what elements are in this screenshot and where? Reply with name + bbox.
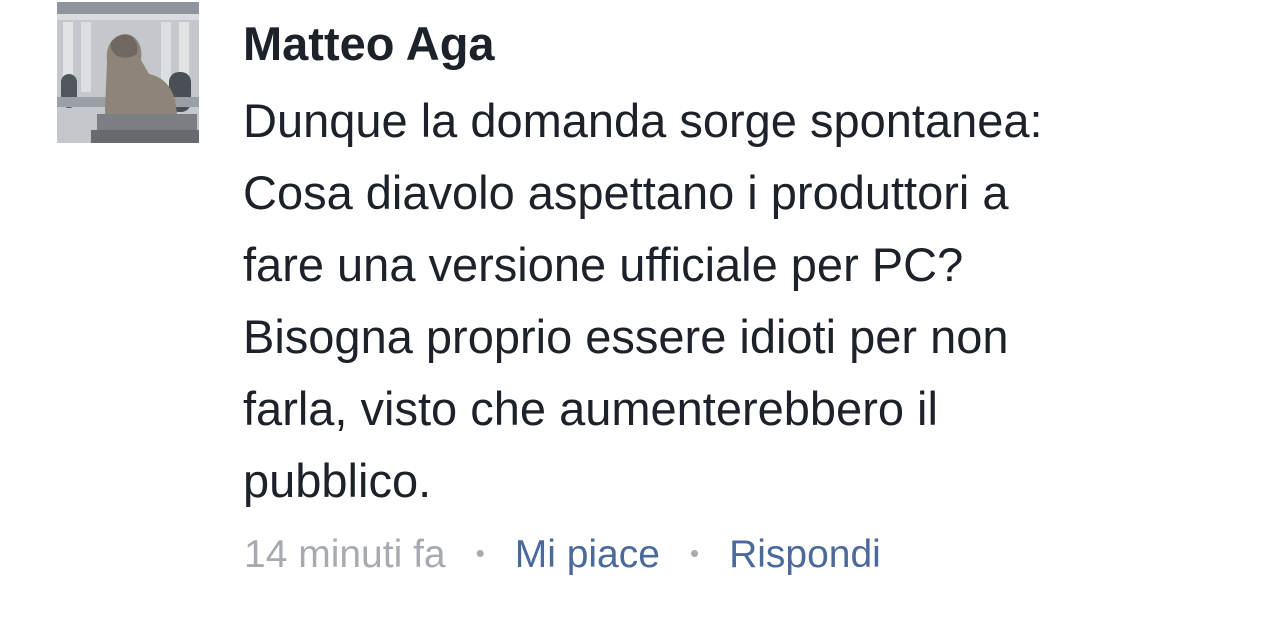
separator-dot: • [475,538,485,568]
comment-text-line: Cosa diavolo aspettano i produttori a [243,166,1009,219]
comment-text-line: fare una versione ufficiale per PC? [243,238,964,291]
comment: Matteo Aga Dunque la domanda sorge spont… [0,0,1280,620]
lion-statue-photo [57,2,199,143]
like-button[interactable]: Mi piace [515,530,660,580]
comment-text-line: Bisogna proprio essere idioti per non [243,310,1009,363]
comment-text: Dunque la domanda sorge spontanea: Cosa … [243,85,1243,517]
separator-dot: • [689,538,700,568]
comment-text-line: farla, visto che aumenterebbero il [243,382,938,435]
reply-button[interactable]: Rispondi [729,530,881,580]
author-name[interactable]: Matteo Aga [243,16,495,72]
timestamp: 14 minuti fa [244,533,446,576]
comment-text-line: Dunque la domanda sorge spontanea: [243,94,1043,147]
avatar[interactable] [57,2,199,143]
comment-meta: 14 minuti fa • Mi piace • Rispondi [244,530,881,580]
comment-text-line: pubblico. [243,454,432,507]
